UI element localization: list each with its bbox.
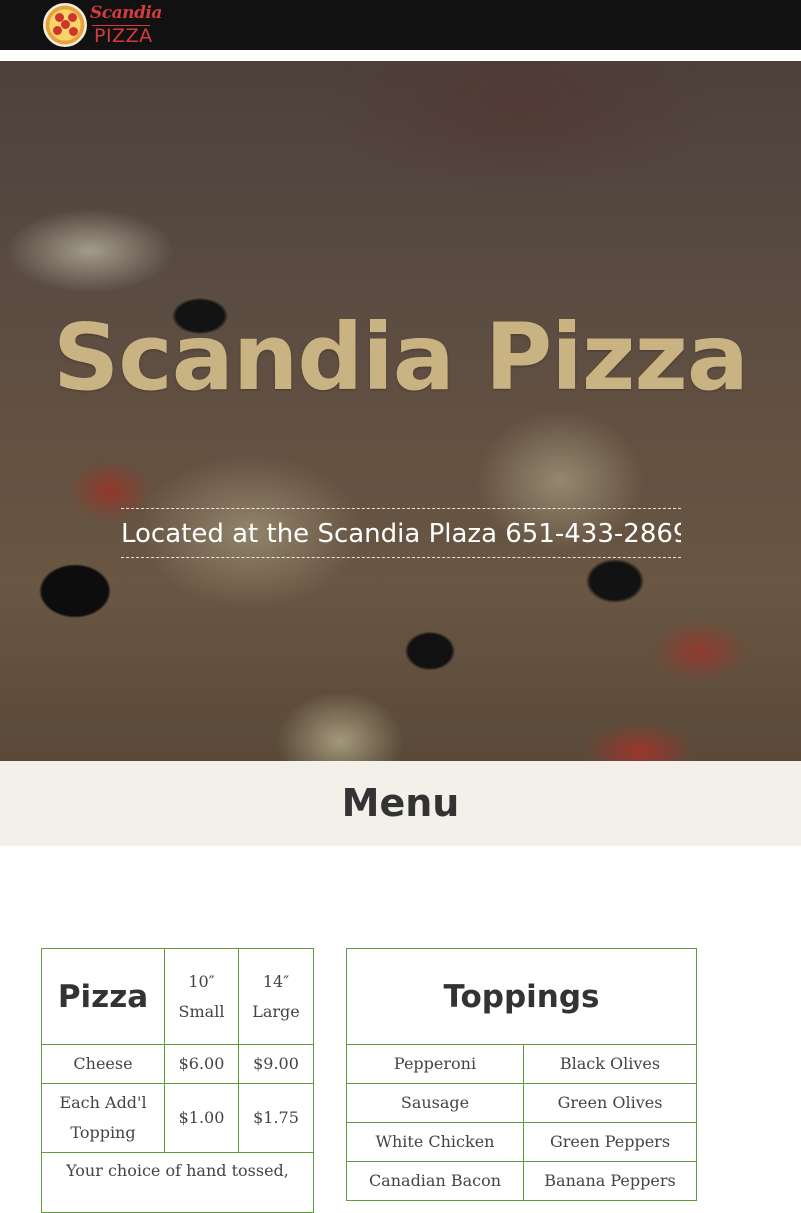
pizza-logo-icon: [43, 3, 87, 47]
menu-heading: Menu: [341, 781, 460, 825]
pizza-price-large: $9.00: [238, 1044, 314, 1084]
pizza-price-small: $6.00: [164, 1044, 239, 1084]
top-navbar: Scandia PIZZA: [0, 0, 801, 50]
pizza-price-table: Pizza 10″ Small 14″ Large Cheese $6.00 $…: [41, 948, 314, 1213]
menu-section-header: Menu: [0, 761, 801, 846]
size-large-inches: 14″: [262, 971, 290, 991]
topping-item: Green Peppers: [523, 1122, 697, 1162]
topping-item: Black Olives: [523, 1044, 697, 1084]
logo-text-pizza: PIZZA: [94, 25, 153, 47]
pizza-price-large: $1.75: [238, 1083, 314, 1153]
topping-item: Canadian Bacon: [346, 1161, 524, 1201]
table-row: Pepperoni Black Olives: [346, 1044, 697, 1084]
size-small-label: Small: [178, 1001, 225, 1021]
size-small-inches: 10″: [188, 971, 215, 991]
pizza-table-title: Pizza: [41, 948, 165, 1045]
logo-text-scandia: Scandia: [90, 3, 162, 23]
topping-item: Banana Peppers: [523, 1161, 697, 1201]
crust-note: Your choice of hand tossed,: [41, 1152, 314, 1213]
table-row: Canadian Bacon Banana Peppers: [346, 1161, 697, 1201]
topping-item: Green Olives: [523, 1083, 697, 1123]
pizza-item: Each Add'l Topping: [41, 1083, 165, 1153]
hero-overlay: [0, 61, 801, 761]
topping-item: Sausage: [346, 1083, 524, 1123]
table-row: Each Add'l Topping $1.00 $1.75: [41, 1083, 314, 1153]
table-row: Cheese $6.00 $9.00: [41, 1044, 314, 1084]
table-row: Sausage Green Olives: [346, 1083, 697, 1123]
topping-item: White Chicken: [346, 1122, 524, 1162]
toppings-table-title: Toppings: [346, 948, 697, 1045]
pizza-price-small: $1.00: [164, 1083, 239, 1153]
hero-subtitle: Located at the Scandia Plaza 651-433-286…: [121, 508, 681, 558]
toppings-table: Toppings Pepperoni Black Olives Sausage …: [346, 948, 697, 1201]
size-small-header: 10″ Small: [164, 948, 239, 1045]
pizza-item: Cheese: [41, 1044, 165, 1084]
topping-item: Pepperoni: [346, 1044, 524, 1084]
size-large-header: 14″ Large: [238, 948, 314, 1045]
table-row: Your choice of hand tossed,: [41, 1152, 314, 1213]
size-large-label: Large: [252, 1001, 300, 1021]
hero-title: Scandia Pizza: [52, 304, 749, 411]
site-logo[interactable]: Scandia PIZZA: [43, 2, 162, 48]
hero-banner: Scandia Pizza Located at the Scandia Pla…: [0, 61, 801, 761]
table-row: White Chicken Green Peppers: [346, 1122, 697, 1162]
